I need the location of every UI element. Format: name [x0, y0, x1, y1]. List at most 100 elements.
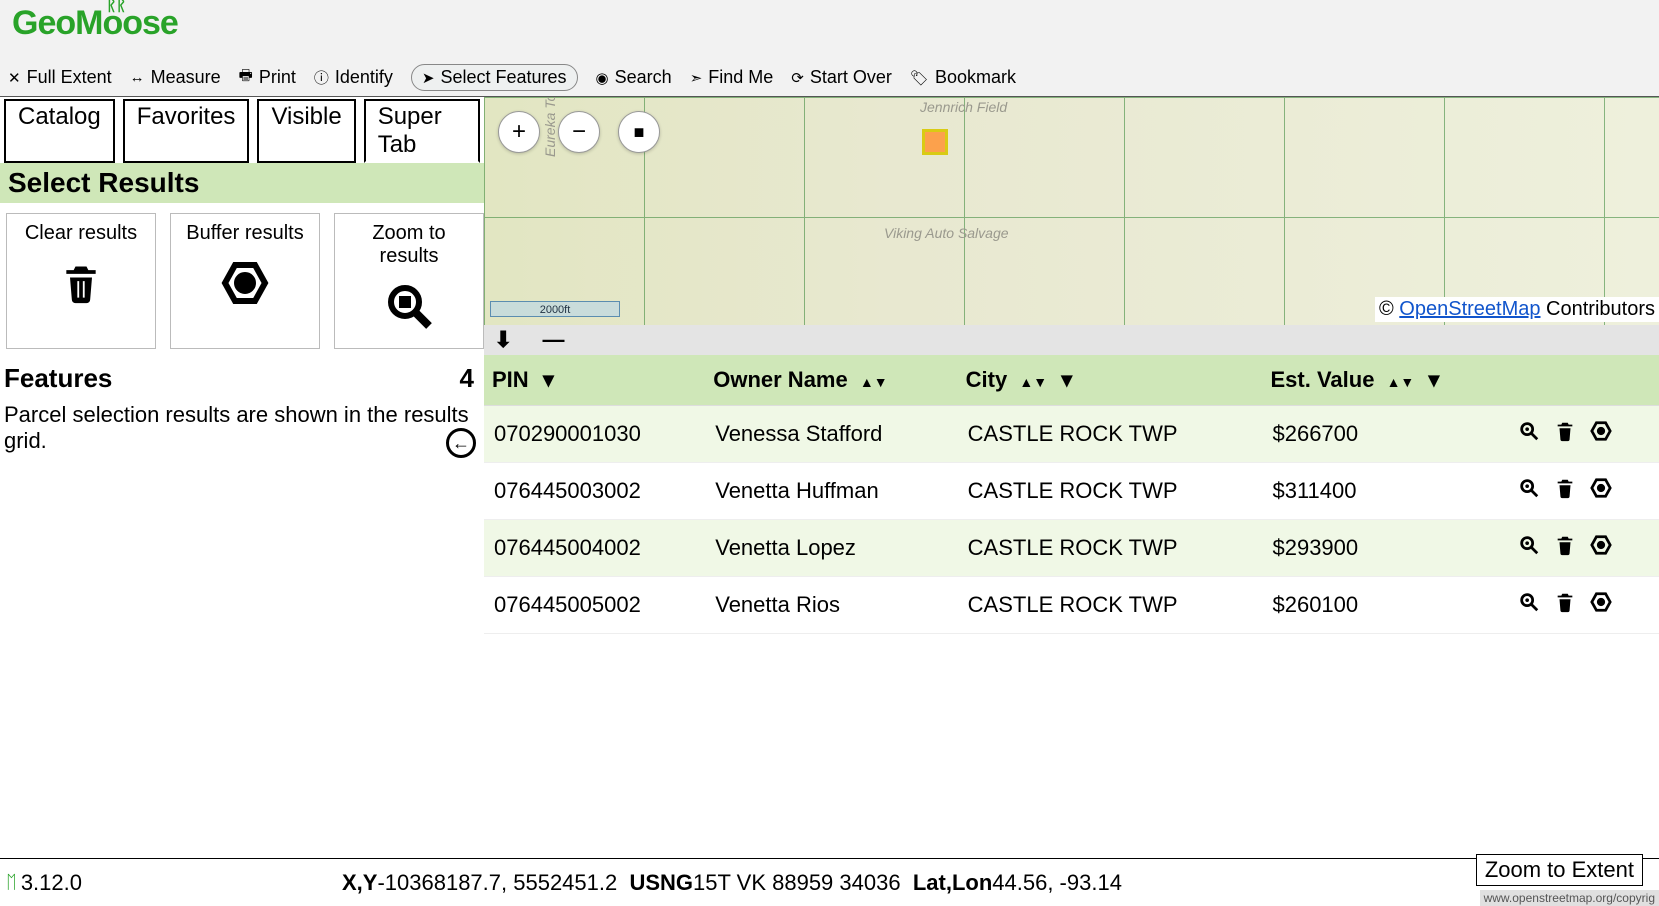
cell-city: CASTLE ROCK TWP [958, 520, 1263, 577]
left-panel: Catalog Favorites Visible Super Tab Sele… [0, 96, 484, 858]
buffer-row-icon[interactable] [1590, 534, 1612, 556]
results-actions: Clear results Buffer results Zoom to res… [0, 203, 484, 359]
cell-value: $266700 [1262, 406, 1507, 463]
tab-visible[interactable]: Visible [257, 99, 355, 163]
cell-actions [1508, 520, 1659, 577]
measure-tool[interactable]: ↔ Measure [130, 67, 221, 88]
bookmark-tool[interactable]: 🏷 Bookmark [910, 67, 1016, 88]
full-extent-label: Full Extent [27, 67, 112, 88]
results-description-row: Parcel selection results are shown in th… [0, 398, 484, 458]
buffer-results-button[interactable]: Buffer results [170, 213, 320, 349]
print-icon: 🖶 [239, 65, 253, 90]
cell-pin: 070290001030 [484, 406, 705, 463]
zoom-stop-button[interactable]: ■ [618, 111, 660, 153]
map-area[interactable]: Eureka Township Jennrich Field Viking Au… [484, 96, 1659, 858]
pointer-icon: ➤ [422, 69, 435, 87]
zoom-in-button[interactable]: + [498, 111, 540, 153]
zoom-row-icon[interactable] [1518, 591, 1540, 613]
col-value[interactable]: Est. Value ▲▼ ▾ [1262, 355, 1507, 406]
results-description: Parcel selection results are shown in th… [4, 402, 469, 453]
zoom-out-button[interactable]: − [558, 111, 600, 153]
cell-city: CASTLE ROCK TWP [958, 463, 1263, 520]
col-pin[interactable]: PIN ▾ [484, 355, 705, 406]
bookmark-label: Bookmark [935, 67, 1016, 88]
table-row[interactable]: 076445003002Venetta HuffmanCASTLE ROCK T… [484, 463, 1659, 520]
refresh-icon: ⟳ [791, 69, 804, 87]
clear-results-button[interactable]: Clear results [6, 213, 156, 349]
start-over-tool[interactable]: ⟳ Start Over [791, 67, 892, 88]
select-features-tool[interactable]: ➤ Select Features [411, 64, 578, 91]
back-arrow-icon[interactable]: ← [446, 428, 476, 458]
search-label: Search [615, 67, 672, 88]
features-summary: Features 4 [0, 359, 484, 398]
table-row[interactable]: 076445005002Venetta RiosCASTLE ROCK TWP$… [484, 577, 1659, 634]
table-row[interactable]: 076445004002Venetta LopezCASTLE ROCK TWP… [484, 520, 1659, 577]
print-tool[interactable]: 🖶 Print [239, 65, 296, 90]
buffer-row-icon[interactable] [1590, 591, 1612, 613]
cell-value: $311400 [1262, 463, 1507, 520]
zoom-row-icon[interactable] [1518, 534, 1540, 556]
measure-icon: ↔ [130, 69, 145, 86]
identify-icon: ⓘ [314, 67, 329, 88]
print-label: Print [259, 67, 296, 88]
col-actions [1508, 355, 1659, 406]
full-extent-icon: ✕ [8, 69, 21, 87]
cell-pin: 076445004002 [484, 520, 705, 577]
filter-icon[interactable]: ▾ [1061, 367, 1072, 392]
search-tool[interactable]: ◉ Search [596, 67, 672, 88]
coordinate-readout: X,Y-10368187.7, 5552451.2 USNG15T VK 889… [342, 870, 1122, 896]
cell-actions [1508, 463, 1659, 520]
buffer-row-icon[interactable] [1590, 477, 1612, 499]
col-city[interactable]: City ▲▼ ▾ [958, 355, 1263, 406]
collapse-grid-icon[interactable]: — [542, 327, 564, 353]
cell-value: $260100 [1262, 577, 1507, 634]
zoom-to-extent-button[interactable]: Zoom to Extent [1476, 854, 1643, 886]
tab-super-tab[interactable]: Super Tab [364, 99, 480, 163]
scale-bar: 2000ft [490, 301, 620, 317]
delete-row-icon[interactable] [1554, 534, 1576, 556]
cell-owner: Venetta Rios [705, 577, 957, 634]
full-extent-tool[interactable]: ✕ Full Extent [8, 67, 112, 88]
usng-value: 15T VK 88959 34036 [693, 870, 901, 895]
status-url: www.openstreetmap.org/copyrig [1480, 890, 1659, 906]
start-over-label: Start Over [810, 67, 892, 88]
identify-tool[interactable]: ⓘ Identify [314, 67, 393, 88]
find-me-label: Find Me [708, 67, 773, 88]
download-results-icon[interactable]: ⬇ [494, 327, 512, 353]
buffer-row-icon[interactable] [1590, 420, 1612, 442]
sort-icon[interactable]: ▲▼ [860, 374, 888, 390]
results-grid: PIN ▾ Owner Name ▲▼ City ▲▼ ▾ Est. Value [484, 355, 1659, 858]
attribution-prefix: © [1379, 298, 1399, 320]
latlon-label: Lat,Lon [913, 870, 992, 895]
zoom-to-results-button[interactable]: Zoom to results [334, 213, 484, 349]
zoom-row-icon[interactable] [1518, 477, 1540, 499]
find-me-tool[interactable]: ➣ Find Me [690, 67, 774, 88]
zoom-icon [384, 282, 434, 330]
attribution-link[interactable]: OpenStreetMap [1399, 298, 1540, 320]
bookmark-icon: 🏷 [910, 69, 929, 87]
delete-row-icon[interactable] [1554, 420, 1576, 442]
trash-icon [59, 259, 103, 307]
sort-icon[interactable]: ▲▼ [1387, 374, 1415, 390]
table-row[interactable]: 070290001030Venessa StaffordCASTLE ROCK … [484, 406, 1659, 463]
cell-owner: Venetta Huffman [705, 463, 957, 520]
selection-highlight [922, 129, 948, 155]
cell-city: CASTLE ROCK TWP [958, 577, 1263, 634]
zoom-row-icon[interactable] [1518, 420, 1540, 442]
xy-label: X,Y [342, 870, 377, 895]
filter-icon[interactable]: ▾ [1428, 367, 1439, 392]
delete-row-icon[interactable] [1554, 477, 1576, 499]
map-label-salvage: Viking Auto Salvage [884, 225, 1009, 241]
usng-label: USNG [629, 870, 693, 895]
sort-icon[interactable]: ▲▼ [1019, 374, 1047, 390]
cell-city: CASTLE ROCK TWP [958, 406, 1263, 463]
select-features-label: Select Features [440, 67, 566, 88]
col-owner[interactable]: Owner Name ▲▼ [705, 355, 957, 406]
cell-actions [1508, 577, 1659, 634]
filter-icon[interactable]: ▾ [543, 367, 554, 392]
delete-row-icon[interactable] [1554, 591, 1576, 613]
cell-value: $293900 [1262, 520, 1507, 577]
tab-catalog[interactable]: Catalog [4, 99, 115, 163]
tab-favorites[interactable]: Favorites [123, 99, 250, 163]
locate-icon: ➣ [690, 69, 703, 87]
